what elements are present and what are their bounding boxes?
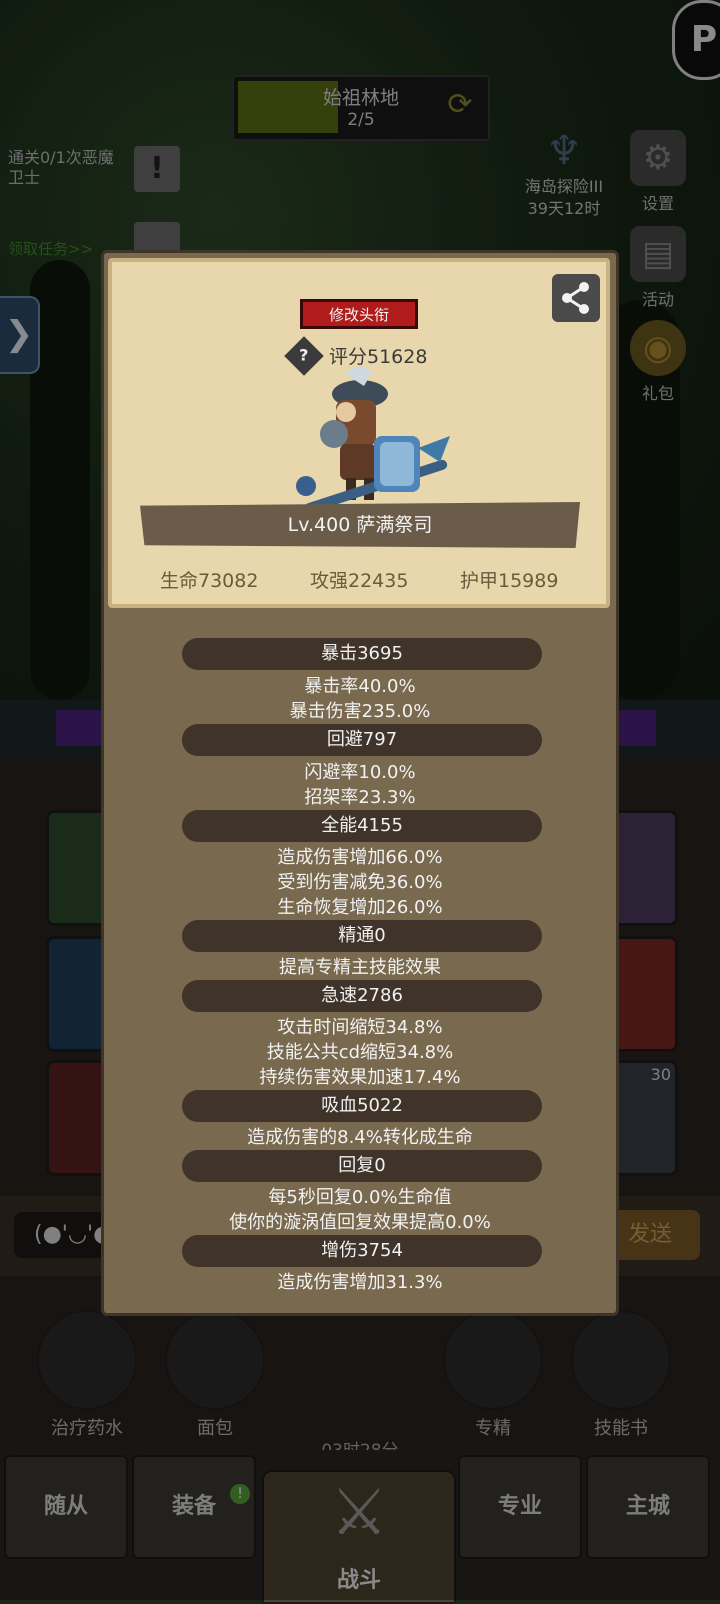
stat-line: 造成伤害增加66.0% — [277, 847, 443, 868]
stat-line: 使你的漩涡值回复效果提高0.0% — [229, 1212, 491, 1233]
stat-line: 招架率23.3% — [304, 787, 416, 808]
stat-line: 生命恢复增加26.0% — [277, 897, 443, 918]
stat-line: 暴击率40.0% — [304, 676, 416, 697]
stat-line: 持续伤害效果加速17.4% — [259, 1067, 461, 1088]
stat-header-avoidance: 回避797 — [182, 724, 542, 756]
stat-line: 造成伤害的8.4%转化成生命 — [247, 1127, 473, 1148]
hero-portrait — [296, 366, 450, 514]
stat-line: 每5秒回复0.0%生命值 — [268, 1187, 452, 1208]
stat-header-regen: 回复0 — [182, 1150, 542, 1182]
share-button[interactable] — [552, 274, 600, 322]
stat-line: 受到伤害减免36.0% — [277, 872, 443, 893]
hero-name: Lv.400 萨满祭司 — [140, 502, 580, 548]
stat-header-lifesteal: 吸血5022 — [182, 1090, 542, 1122]
stat-line: 攻击时间缩短34.8% — [277, 1017, 443, 1038]
stat-line: 闪避率10.0% — [304, 762, 416, 783]
stat-header-damage-bonus: 增伤3754 — [182, 1235, 542, 1267]
armor-stat: 护甲15989 — [460, 570, 559, 592]
stat-header-crit: 暴击3695 — [182, 638, 542, 670]
stat-header-versatility: 全能4155 — [182, 810, 542, 842]
edit-title-button[interactable]: 修改头衔 — [300, 299, 418, 329]
share-icon — [562, 282, 589, 314]
stat-line: 暴击伤害235.0% — [289, 701, 431, 722]
health-stat: 生命73082 — [160, 570, 259, 592]
stat-header-haste: 急速2786 — [182, 980, 542, 1012]
attack-power-stat: 攻强22435 — [310, 570, 409, 592]
stat-line: 技能公共cd缩短34.8% — [266, 1042, 454, 1063]
stat-line: 造成伤害增加31.3% — [277, 1272, 443, 1293]
stat-line: 提高专精主技能效果 — [279, 957, 441, 978]
stat-header-mastery: 精通0 — [182, 920, 542, 952]
